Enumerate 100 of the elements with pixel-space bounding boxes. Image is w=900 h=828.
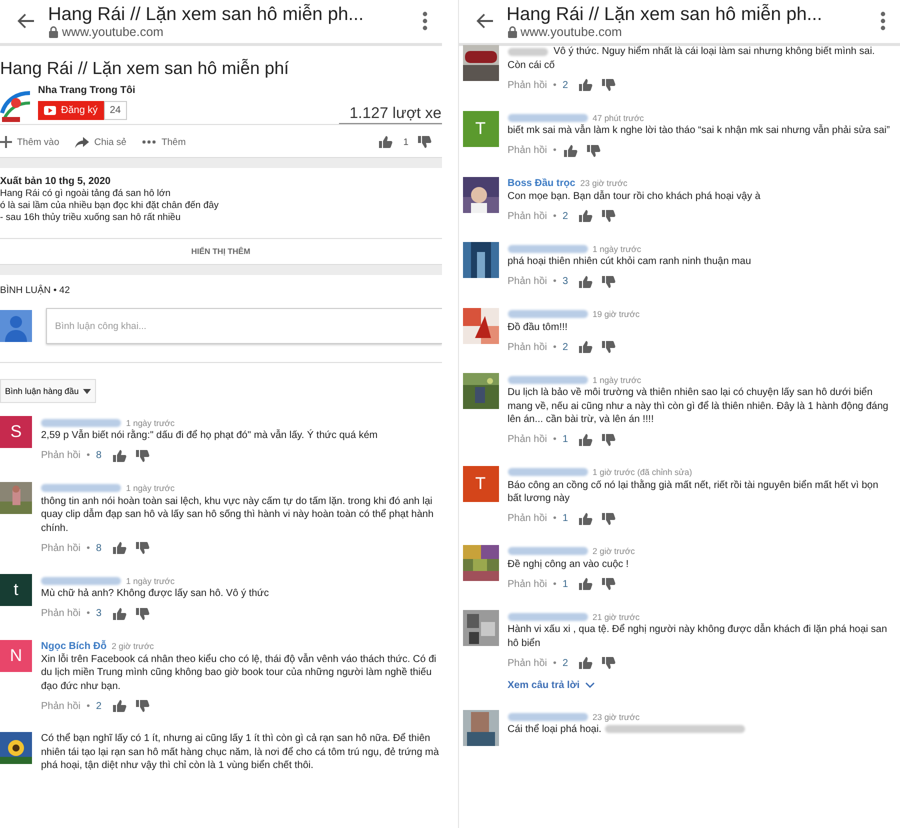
comment-time: 19 giờ trước [592,309,640,319]
play-icon [44,106,56,115]
thumbs-up-icon[interactable] [578,78,594,92]
separator-dot: • [86,700,90,712]
comment-time: 21 giờ trước [592,612,640,622]
comment-time: 1 ngày trước [592,374,642,384]
reply-link[interactable]: Phản hồi [508,276,547,287]
publish-date: Xuất bản 10 thg 5, 2020 [0,176,112,188]
sort-dropdown[interactable]: Bình luận hàng đầu [0,379,96,403]
thumbs-down-icon[interactable] [134,699,150,713]
comment-text: Cái thể loại phá hoại. [508,724,602,735]
like-count: 1 [562,434,568,445]
reply-link[interactable]: Phản hồi [508,80,547,90]
like-count: 1 [403,136,408,148]
thumbs-down-icon[interactable] [586,144,600,158]
lock-icon [506,26,518,38]
thumbs-up-icon[interactable] [578,340,594,354]
thumbs-up-icon[interactable] [578,577,594,591]
reply-link[interactable]: Phản hồi [508,578,547,590]
like-count: 1 [562,578,568,590]
dropdown-caret-icon [82,388,91,394]
thumbs-up-icon[interactable] [112,606,127,620]
thumbs-up-icon[interactable] [112,448,127,462]
comment-time: 1 ngày trước [592,244,642,254]
comment-text: Mù chữ hả anh? Không được lấy san hô. Vô ý thức [41,588,269,599]
separator-dot: • [552,210,556,222]
thumbs-down-icon[interactable] [601,432,616,446]
back-arrow-icon[interactable] [474,10,494,30]
share-icon [75,136,90,148]
lock-icon [48,26,59,38]
channel-name[interactable]: Nha Trang Trong Tôi [38,83,136,96]
page-title: Hang Rái // Lặn xem san hô miễn ph... [506,2,824,25]
more-icon [142,139,156,145]
add-to-button[interactable]: Thêm vào [0,136,60,148]
thumbs-down-icon[interactable] [601,209,616,223]
thumbs-up-icon[interactable] [112,541,127,555]
comments-heading: BÌNH LUẬN • 42 [0,284,71,298]
reply-link[interactable]: Phản hồi [41,700,80,712]
thumbs-down-icon[interactable] [134,541,150,555]
separator-dot: • [86,450,90,461]
reply-link[interactable]: Phản hồi [508,145,547,156]
reply-link[interactable]: Phản hồi [508,434,547,445]
thumbs-up-icon[interactable] [578,432,594,446]
comment-field[interactable]: Bình luận công khai... [46,308,442,344]
description-line: Hang Rái có gì ngoài tảng đá san hô lớn [0,188,172,200]
reply-link[interactable]: Phản hồi [508,513,547,524]
comment-text: 2,59 p Vẫn biết nói rằng:" dấu đi để họ phạt đó" mà vẫn lấy. Ý thức quá kém [41,430,378,441]
share-button[interactable]: Chia sẻ [75,136,126,148]
comment-text: Con mọe bạn. Bạn dẫn tour rồi cho khách phá hoại vậy à [508,190,760,202]
menu-icon[interactable] [880,10,886,30]
separator-dot: • [86,608,90,619]
thumbs-down-icon[interactable] [601,656,616,670]
thumbs-down-icon[interactable] [601,78,616,92]
channel-logo[interactable] [0,89,32,123]
thumbs-up-icon[interactable] [578,656,594,670]
user-avatar: S [0,416,32,448]
chevron-down-icon [584,682,595,689]
page-url: www.youtube.com [520,25,622,39]
reply-link[interactable]: Phản hồi [41,542,80,554]
thumbs-down-icon[interactable] [134,606,150,620]
like-count: 2 [562,342,568,352]
description-line: - sau 16h thủy triều xuống san hô rất nhiều [0,212,182,224]
thumbs-down-icon[interactable] [601,512,616,526]
thumbs-up-icon[interactable] [578,512,594,526]
thumbs-up-icon[interactable] [378,135,394,149]
reply-link[interactable]: Phản hồi [508,210,547,222]
separator-dot: • [552,434,556,445]
user-avatar: t [0,574,32,606]
menu-icon[interactable] [422,10,428,30]
reply-link[interactable]: Phản hồi [41,608,80,619]
thumbs-down-icon[interactable] [134,448,150,462]
comment-text: Đồ đầu tôm!!! [508,322,568,332]
user-avatar: T [462,466,498,502]
view-replies-link[interactable]: Xem câu trả lời [508,680,894,691]
comment-time: 2 giờ trước [592,546,635,556]
reply-link[interactable]: Phản hồi [508,342,547,352]
thumbs-up-icon[interactable] [112,699,127,713]
subscribe-button[interactable]: Đăng ký [38,101,104,120]
user-avatar-icon [0,310,32,342]
comment-author[interactable]: Boss Đầu trọc [508,178,576,188]
thumbs-up-icon[interactable] [578,274,594,288]
reply-link[interactable]: Phản hồi [508,658,547,668]
thumbs-down-icon[interactable] [601,577,616,591]
thumbs-down-icon[interactable] [416,135,432,149]
thumbs-down-icon[interactable] [601,340,616,354]
comment-text: Vô ý thức. Nguy hiểm nhất là cái loại làm sai nhưng không biết mình sai. Còn cái cố [508,45,876,72]
thumbs-up-icon[interactable] [562,144,578,158]
separator-dot: • [552,513,556,524]
thumbs-down-icon[interactable] [601,274,616,288]
thumbs-up-icon[interactable] [578,209,594,223]
comment-time: 1 ngày trước [126,483,175,493]
comment-author[interactable]: Ngọc Bích Đỗ [41,640,107,652]
reply-link[interactable]: Phản hồi [41,450,80,461]
comment-time: 1 ngày trước [126,418,175,428]
back-arrow-icon[interactable] [16,10,36,30]
more-button[interactable]: Thêm [142,136,186,148]
comment-text: Đề nghị công an vào cuộc ! [508,558,629,570]
like-count: 2 [96,700,102,712]
comment-time: 47 phút trước [592,112,644,122]
user-avatar: T [462,111,498,147]
